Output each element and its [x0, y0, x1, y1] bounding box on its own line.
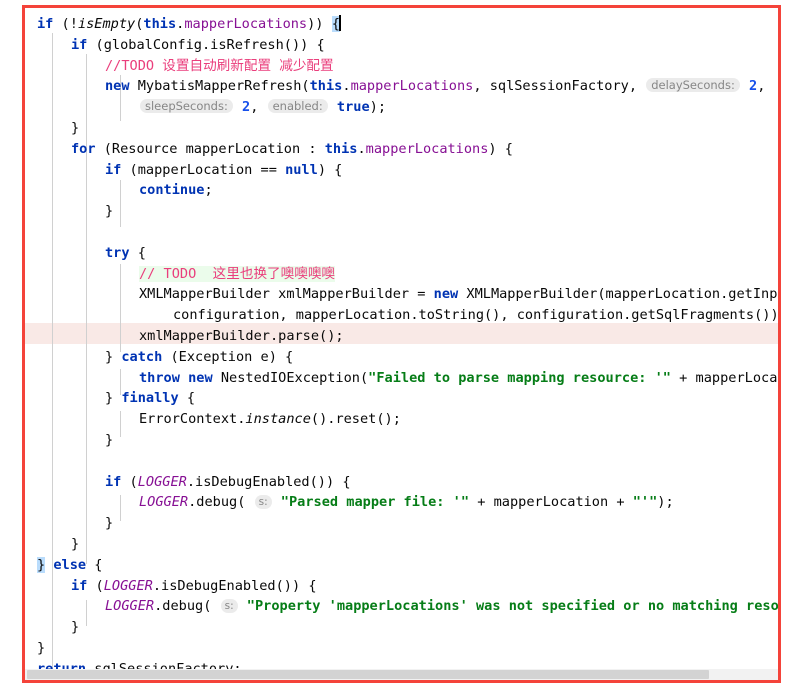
code-line-28[interactable]: if (LOGGER.isDebugEnabled()) { — [71, 576, 317, 597]
code-line-8[interactable]: if (mapperLocation == null) { — [105, 160, 342, 181]
code-line-4[interactable]: new MybatisMapperRefresh(this.mapperLoca… — [105, 76, 765, 97]
code-line-18[interactable]: throw new NestedIOException("Failed to p… — [139, 368, 778, 389]
code-line-7[interactable]: for (Resource mapperLocation : this.mapp… — [71, 139, 513, 160]
indent-guide-level-3b — [120, 180, 121, 227]
code-line-30[interactable]: } — [71, 617, 79, 638]
code-line-9[interactable]: continue; — [139, 180, 213, 201]
horizontal-scrollbar-track[interactable] — [25, 669, 778, 680]
code-line-1[interactable]: if (!isEmpty(this.mapperLocations)) { — [37, 14, 341, 35]
code-line-15[interactable]: configuration, mapperLocation.toString()… — [173, 305, 778, 326]
code-line-16[interactable]: xmlMapperBuilder.parse(); — [139, 326, 344, 347]
code-line-25[interactable]: } — [105, 513, 113, 534]
indent-guide-level-3e — [120, 411, 121, 437]
code-line-19[interactable]: } finally { — [105, 388, 195, 409]
code-editor-surface[interactable]: if (!isEmpty(this.mapperLocations)) {if … — [25, 8, 778, 680]
code-line-31[interactable]: } — [37, 638, 45, 659]
code-line-10[interactable]: } — [105, 201, 113, 222]
code-line-14[interactable]: XMLMapperBuilder xmlMapperBuilder = new … — [139, 284, 778, 305]
code-line-12[interactable]: try { — [105, 243, 146, 264]
indent-guide-level-2b — [86, 600, 87, 626]
code-line-29[interactable]: LOGGER.debug( s: "Property 'mapperLocati… — [105, 596, 778, 617]
indent-guide-level-2 — [86, 54, 87, 564]
code-line-23[interactable]: if (LOGGER.isDebugEnabled()) { — [105, 472, 351, 493]
code-line-17[interactable]: } catch (Exception e) { — [105, 347, 293, 368]
code-line-21[interactable]: } — [105, 430, 113, 451]
code-line-5[interactable]: sleepSeconds: 2, enabled: true); — [139, 97, 386, 118]
code-line-27[interactable]: } else { — [37, 555, 103, 576]
indent-guide-level-3c — [120, 264, 121, 352]
horizontal-scrollbar-thumb[interactable] — [27, 670, 709, 679]
code-line-3[interactable]: //TODO 设置自动刷新配置 减少配置 — [105, 56, 334, 77]
code-line-26[interactable]: } — [71, 534, 79, 555]
code-line-6[interactable]: } — [71, 118, 79, 139]
code-line-13[interactable]: // TODO 这里也换了噢噢噢噢 — [139, 264, 336, 285]
code-editor-selection-frame: if (!isEmpty(this.mapperLocations)) {if … — [22, 5, 781, 683]
code-line-24[interactable]: LOGGER.debug( s: "Parsed mapper file: '"… — [139, 492, 674, 513]
code-line-20[interactable]: ErrorContext.instance().reset(); — [139, 409, 401, 430]
code-line-2[interactable]: if (globalConfig.isRefresh()) { — [71, 35, 325, 56]
indent-guide-level-3f — [120, 495, 121, 521]
